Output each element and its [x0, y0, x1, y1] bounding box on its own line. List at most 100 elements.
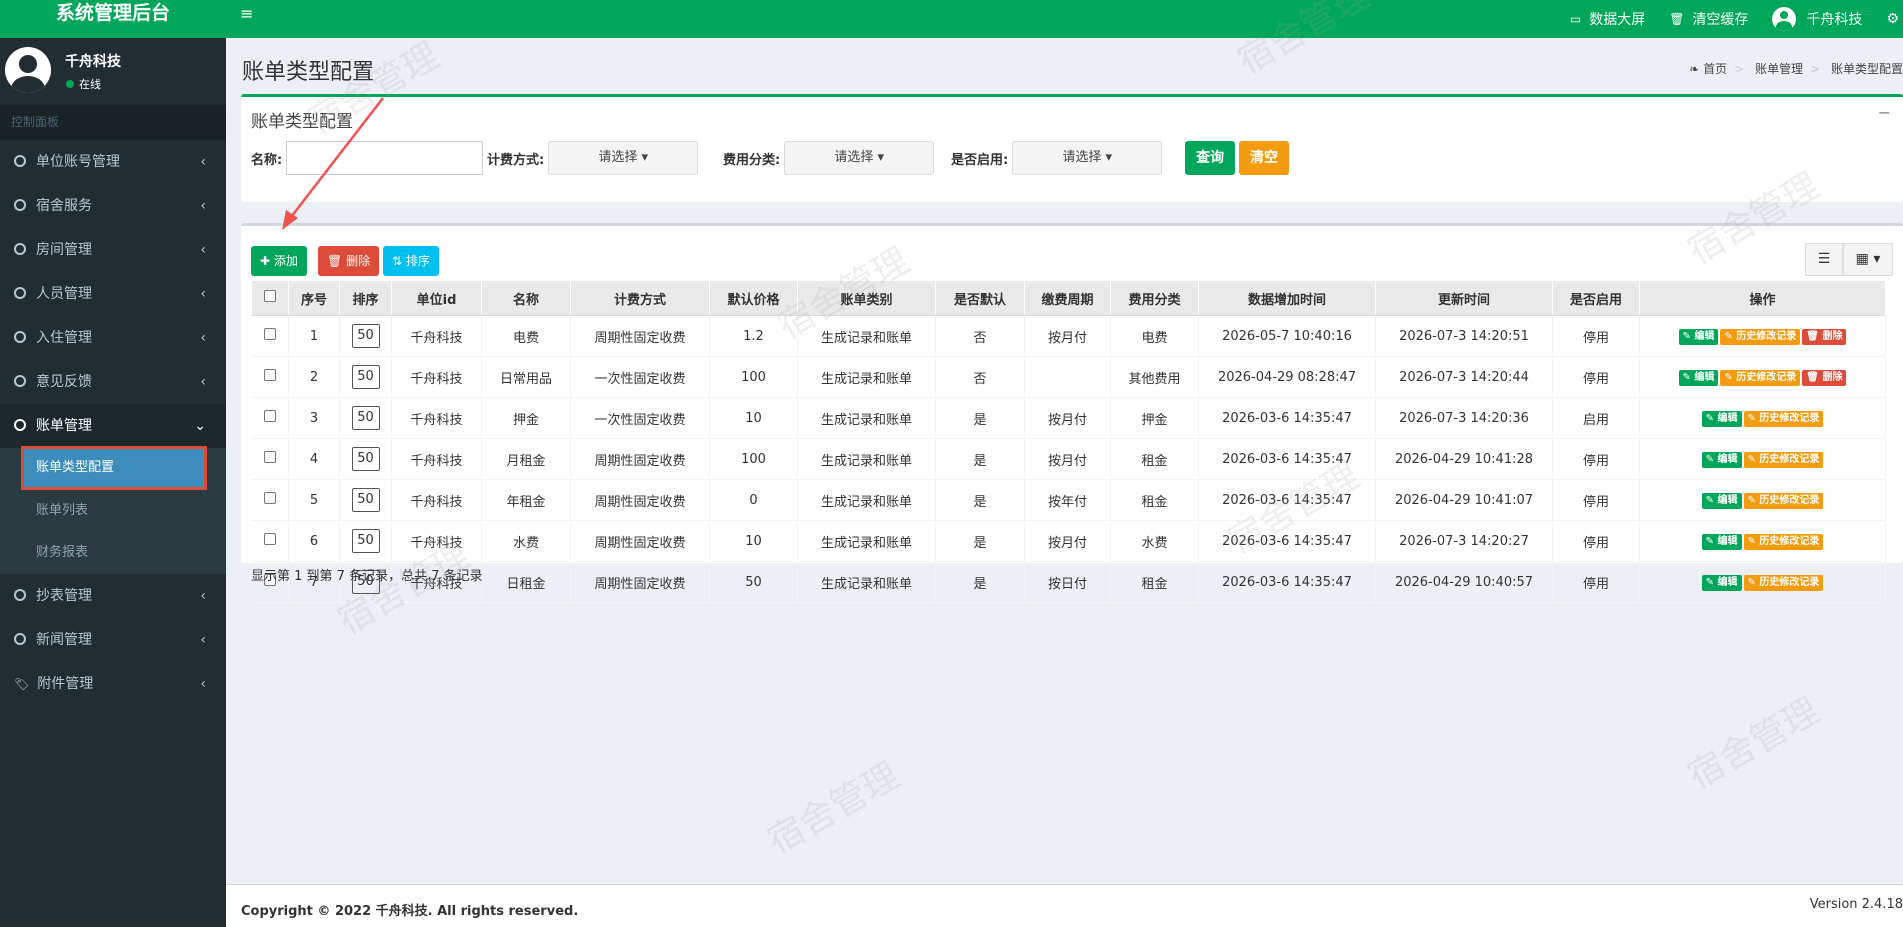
edit-button[interactable]: ✎ 编辑 [1678, 369, 1719, 386]
app-logo[interactable]: 系统管理后台 [0, 0, 226, 38]
breadcrumb-home[interactable]: 首页 [1703, 62, 1727, 76]
col-header[interactable]: 单位id [391, 280, 482, 316]
circle-icon [14, 375, 26, 387]
col-header[interactable]: 费用分类 [1110, 280, 1199, 316]
edit-button[interactable]: ✎ 编辑 [1701, 533, 1742, 550]
collapse-icon[interactable]: − [1878, 103, 1891, 122]
col-header[interactable]: 排序 [339, 280, 392, 316]
history-button[interactable]: ✎ 历史修改记录 [1743, 533, 1824, 550]
sidebar-sub-finance-report[interactable]: 财务报表 [0, 532, 226, 574]
order-input[interactable]: 50 [351, 529, 380, 553]
col-header[interactable]: 是否启用 [1552, 280, 1640, 316]
col-header[interactable]: 缴费周期 [1024, 280, 1111, 316]
col-header[interactable]: 序号 [288, 280, 340, 316]
table-cell: 水费 [481, 520, 571, 562]
edit-button[interactable]: ✎ 编辑 [1701, 410, 1742, 427]
col-header[interactable]: 是否默认 [935, 280, 1025, 316]
table-cell: 生成记录和账单 [797, 479, 936, 521]
col-header[interactable]: 数据增加时间 [1198, 280, 1376, 316]
select-all-cell [251, 280, 289, 316]
user-menu[interactable]: 千舟科技 [1772, 7, 1862, 31]
row-checkbox[interactable] [263, 369, 276, 381]
sidebar-item-checkin[interactable]: 入住管理 ‹ [0, 316, 226, 360]
col-header[interactable]: 名称 [481, 280, 571, 316]
edit-button[interactable]: ✎ 编辑 [1701, 574, 1742, 591]
row-checkbox[interactable] [263, 533, 276, 545]
order-input[interactable]: 50 [351, 324, 380, 348]
sidebar-item-rooms[interactable]: 房间管理 ‹ [0, 228, 226, 272]
history-button[interactable]: ✎ 历史修改记录 [1743, 451, 1824, 468]
actions-cell: ✎ 编辑 ✎ 历史修改记录 [1639, 397, 1886, 439]
col-header[interactable]: 更新时间 [1375, 280, 1553, 316]
row-checkbox[interactable] [263, 492, 276, 504]
row-delete-button[interactable]: 🗑 删除 [1802, 369, 1847, 386]
edit-label: 编辑 [1717, 494, 1738, 506]
row-checkbox[interactable] [263, 451, 276, 463]
clear-cache-link[interactable]: 🗑 清空缓存 [1669, 9, 1748, 29]
delete-button[interactable]: 🗑 删除 [318, 246, 380, 276]
clear-cache-label: 清空缓存 [1692, 12, 1749, 28]
search-actions: 查询 清空 [1185, 141, 1289, 175]
plus-icon: ✚ [260, 254, 271, 268]
sidebar-item-news[interactable]: 新闻管理 ‹ [0, 618, 226, 662]
history-label: 历史修改记录 [1736, 330, 1797, 342]
sidebar-item-people[interactable]: 人员管理 ‹ [0, 272, 226, 316]
order-input[interactable]: 50 [351, 406, 380, 430]
table-cell: 2026-05-7 10:40:16 [1198, 315, 1376, 357]
table-cell: 2026-04-29 10:40:57 [1375, 561, 1553, 603]
sidebar-item-meter[interactable]: 抄表管理 ‹ [0, 574, 226, 618]
history-button[interactable]: ✎ 历史修改记录 [1743, 492, 1824, 509]
table-cell: 按月付 [1024, 438, 1111, 480]
row-checkbox[interactable] [263, 410, 276, 422]
enabled-filter: 是否启用: 请选择 ▾ [951, 141, 1163, 175]
table-cell: 2026-04-29 10:41:28 [1375, 438, 1553, 480]
bill-type-table: 序号 排序 单位id 名称 计费方式 默认价格 账单类别 是否默认 缴费周期 费… [251, 280, 1886, 603]
row-checkbox[interactable] [263, 328, 276, 340]
sidebar-item-attachments[interactable]: 🏷 附件管理 ‹ [0, 662, 226, 706]
clear-button[interactable]: 清空 [1239, 141, 1289, 175]
order-input[interactable]: 50 [351, 447, 380, 471]
sort-button[interactable]: ⇅ 排序 [383, 246, 439, 276]
copyright: Copyright © 2022 千舟科技. All rights reserv… [241, 904, 579, 919]
col-header[interactable]: 默认价格 [709, 280, 798, 316]
data-screen-link[interactable]: ▭ 数据大屏 [1570, 9, 1645, 29]
order-input[interactable]: 50 [351, 488, 380, 512]
history-button[interactable]: ✎ 历史修改记录 [1743, 574, 1824, 591]
sidebar-sub-bill-list[interactable]: 账单列表 [0, 490, 226, 532]
table-cell: 2026-03-6 14:35:47 [1198, 520, 1376, 562]
category-select[interactable]: 请选择 ▾ [784, 141, 935, 175]
table-box: ✚ 添加 🗑 删除 ⇅ 排序 ☰ ▦ ▾ 序号 排序 单位id 名称 计费方式 … [241, 223, 1903, 603]
sidebar-item-unit-accounts[interactable]: 单位账号管理 ‹ [0, 140, 226, 184]
edit-button[interactable]: ✎ 编辑 [1678, 328, 1719, 345]
breadcrumb-bills[interactable]: 账单管理 [1755, 62, 1803, 76]
settings-toggle[interactable]: ⚙ [1886, 11, 1899, 27]
add-button[interactable]: ✚ 添加 [251, 246, 307, 276]
enabled-select[interactable]: 请选择 ▾ [1012, 141, 1163, 175]
col-header[interactable]: 计费方式 [570, 280, 710, 316]
history-button[interactable]: ✎ 历史修改记录 [1720, 369, 1801, 386]
circle-icon [14, 243, 26, 255]
row-delete-button[interactable]: 🗑 删除 [1802, 328, 1847, 345]
sidebar-toggle-icon[interactable]: ≡ [240, 4, 253, 23]
sidebar-item-dorm-service[interactable]: 宿舍服务 ‹ [0, 184, 226, 228]
order-input[interactable]: 50 [351, 365, 380, 389]
edit-button[interactable]: ✎ 编辑 [1701, 492, 1742, 509]
actions-cell: ✎ 编辑 ✎ 历史修改记录 [1639, 438, 1886, 480]
list-view-icon[interactable]: ☰ [1805, 243, 1843, 276]
history-button[interactable]: ✎ 历史修改记录 [1720, 328, 1801, 345]
table-cell: 2 [288, 356, 340, 398]
columns-toggle-icon[interactable]: ▦ ▾ [1843, 243, 1893, 276]
billing-select[interactable]: 请选择 ▾ [548, 141, 699, 175]
query-button[interactable]: 查询 [1185, 141, 1235, 175]
sidebar-sub-bill-type-config[interactable]: 账单类型配置 [21, 446, 207, 490]
edit-button[interactable]: ✎ 编辑 [1701, 451, 1742, 468]
sidebar-item-bills[interactable]: 账单管理 ⌄ [0, 404, 226, 448]
order-cell: 50 [339, 479, 392, 521]
history-button[interactable]: ✎ 历史修改记录 [1743, 410, 1824, 427]
row-select-cell [251, 356, 289, 398]
col-header[interactable]: 账单类别 [797, 280, 936, 316]
sidebar-item-feedback[interactable]: 意见反馈 ‹ [0, 360, 226, 404]
name-input[interactable] [286, 141, 484, 175]
table-cell: 千舟科技 [391, 479, 482, 521]
select-all-checkbox[interactable] [264, 290, 276, 302]
